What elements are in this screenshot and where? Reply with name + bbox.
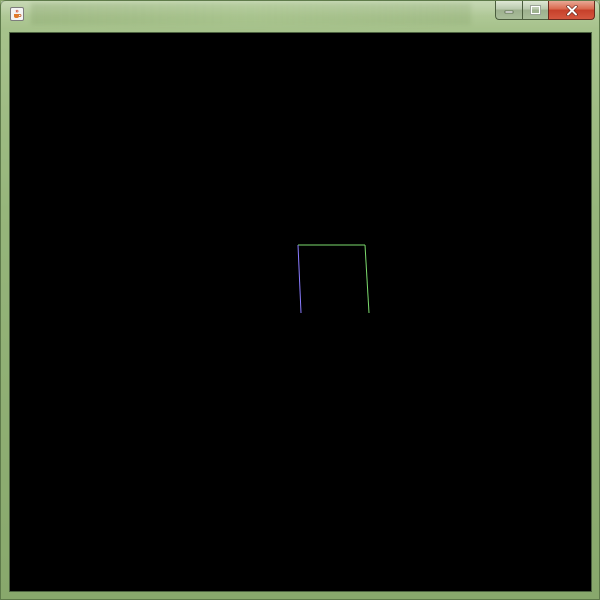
- maximize-icon: [530, 5, 541, 15]
- title-bar[interactable]: [1, 1, 599, 29]
- render-canvas[interactable]: [9, 32, 592, 592]
- canvas-drawing: [297, 244, 370, 314]
- maximize-button[interactable]: [522, 1, 548, 20]
- window-title: [31, 3, 471, 25]
- minimize-button[interactable]: [495, 1, 522, 20]
- minimize-icon: [504, 10, 514, 14]
- java-cup-icon[interactable]: [10, 7, 24, 21]
- shape-left-edge: [297, 244, 302, 314]
- shape-right-edge: [364, 244, 370, 314]
- caption-buttons: [495, 1, 595, 21]
- close-icon: [565, 4, 578, 16]
- app-window: [0, 0, 600, 600]
- close-button[interactable]: [548, 1, 595, 20]
